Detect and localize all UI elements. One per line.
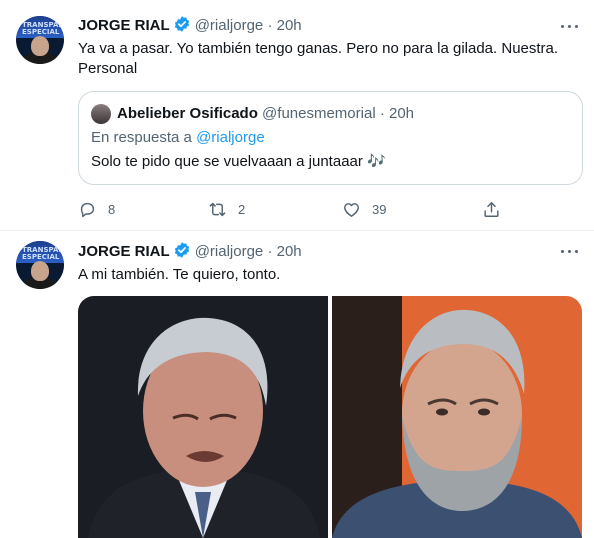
author-handle[interactable]: @rialjorge [195,17,264,34]
tweet-text: Ya va a pasar. Yo también tengo ganas. P… [78,40,559,77]
reply-count: 8 [108,201,116,217]
author-name[interactable]: JORGE RIAL [78,243,170,260]
tweet-actions: 8 2 39 [72,193,512,225]
share-button[interactable] [482,193,501,225]
tweet-timestamp[interactable]: 20h [277,17,302,34]
reply-context: En respuesta a @rialjorge [91,128,265,148]
more-icon[interactable] [560,16,580,36]
verified-badge-icon [173,241,191,265]
photo-man-gray-beard-denim-jacket [332,296,582,538]
photo-older-man-gray-hair-suit [78,296,328,538]
quoted-header: Abelieber Osificado @funesmemorial · 20h [117,104,414,124]
tweet-timestamp[interactable]: 20h [277,243,302,260]
share-icon [484,201,499,217]
quoted-text-line: Solo te pido que se vuelvaaan a juntaaar… [91,152,386,172]
music-notes-emoji: 🎶 [367,153,386,170]
quoted-tweet[interactable]: Abelieber Osificado @funesmemorial · 20h… [78,91,583,185]
reply-icon [80,202,95,217]
quoted-author-handle: @funesmemorial [262,105,376,122]
separator-dot: · [375,105,389,122]
tweet-header: JORGE RIAL @rialjorge · 20h [78,241,302,261]
quoted-author-name: Abelieber Osificado [117,105,258,122]
tweet-text: A mi también. Te quiero, tonto. [78,266,281,283]
separator-dot: · [263,243,277,260]
quoted-avatar[interactable] [91,104,111,124]
avatar-caption: TRANSPARENCIA ESPECIAL [22,21,64,36]
avatar-head [31,261,49,281]
tweet-1[interactable]: TRANSPARENCIA ESPECIAL JORGE RIAL @rialjo… [0,0,594,231]
media-photo-2[interactable] [332,296,582,538]
quoted-timestamp: 20h [389,105,415,122]
reply-prefix: En respuesta a [91,129,192,146]
verified-badge-icon [173,15,191,39]
more-icon[interactable] [560,241,580,261]
avatar-caption: TRANSPARENCIA ESPECIAL [22,246,64,261]
like-icon [344,202,359,217]
media-photo-1[interactable] [78,296,328,538]
avatar[interactable]: TRANSPARENCIA ESPECIAL [16,241,64,289]
like-count: 39 [372,201,387,217]
retweet-icon [209,202,226,216]
avatar-head [31,36,49,56]
quoted-text: Solo te pido que se vuelvaaan a juntaaar [91,153,363,170]
reply-button[interactable]: 8 [78,193,115,225]
reply-mention[interactable]: @rialjorge [196,129,265,146]
retweet-button[interactable]: 2 [208,193,245,225]
tweet-header: JORGE RIAL @rialjorge · 20h [78,15,302,35]
like-button[interactable]: 39 [342,193,386,225]
author-handle[interactable]: @rialjorge [195,243,264,260]
retweet-count: 2 [238,201,246,217]
author-name[interactable]: JORGE RIAL [78,17,170,34]
tweet-media[interactable] [78,296,582,538]
separator-dot: · [263,17,277,34]
avatar[interactable]: TRANSPARENCIA ESPECIAL [16,16,64,64]
